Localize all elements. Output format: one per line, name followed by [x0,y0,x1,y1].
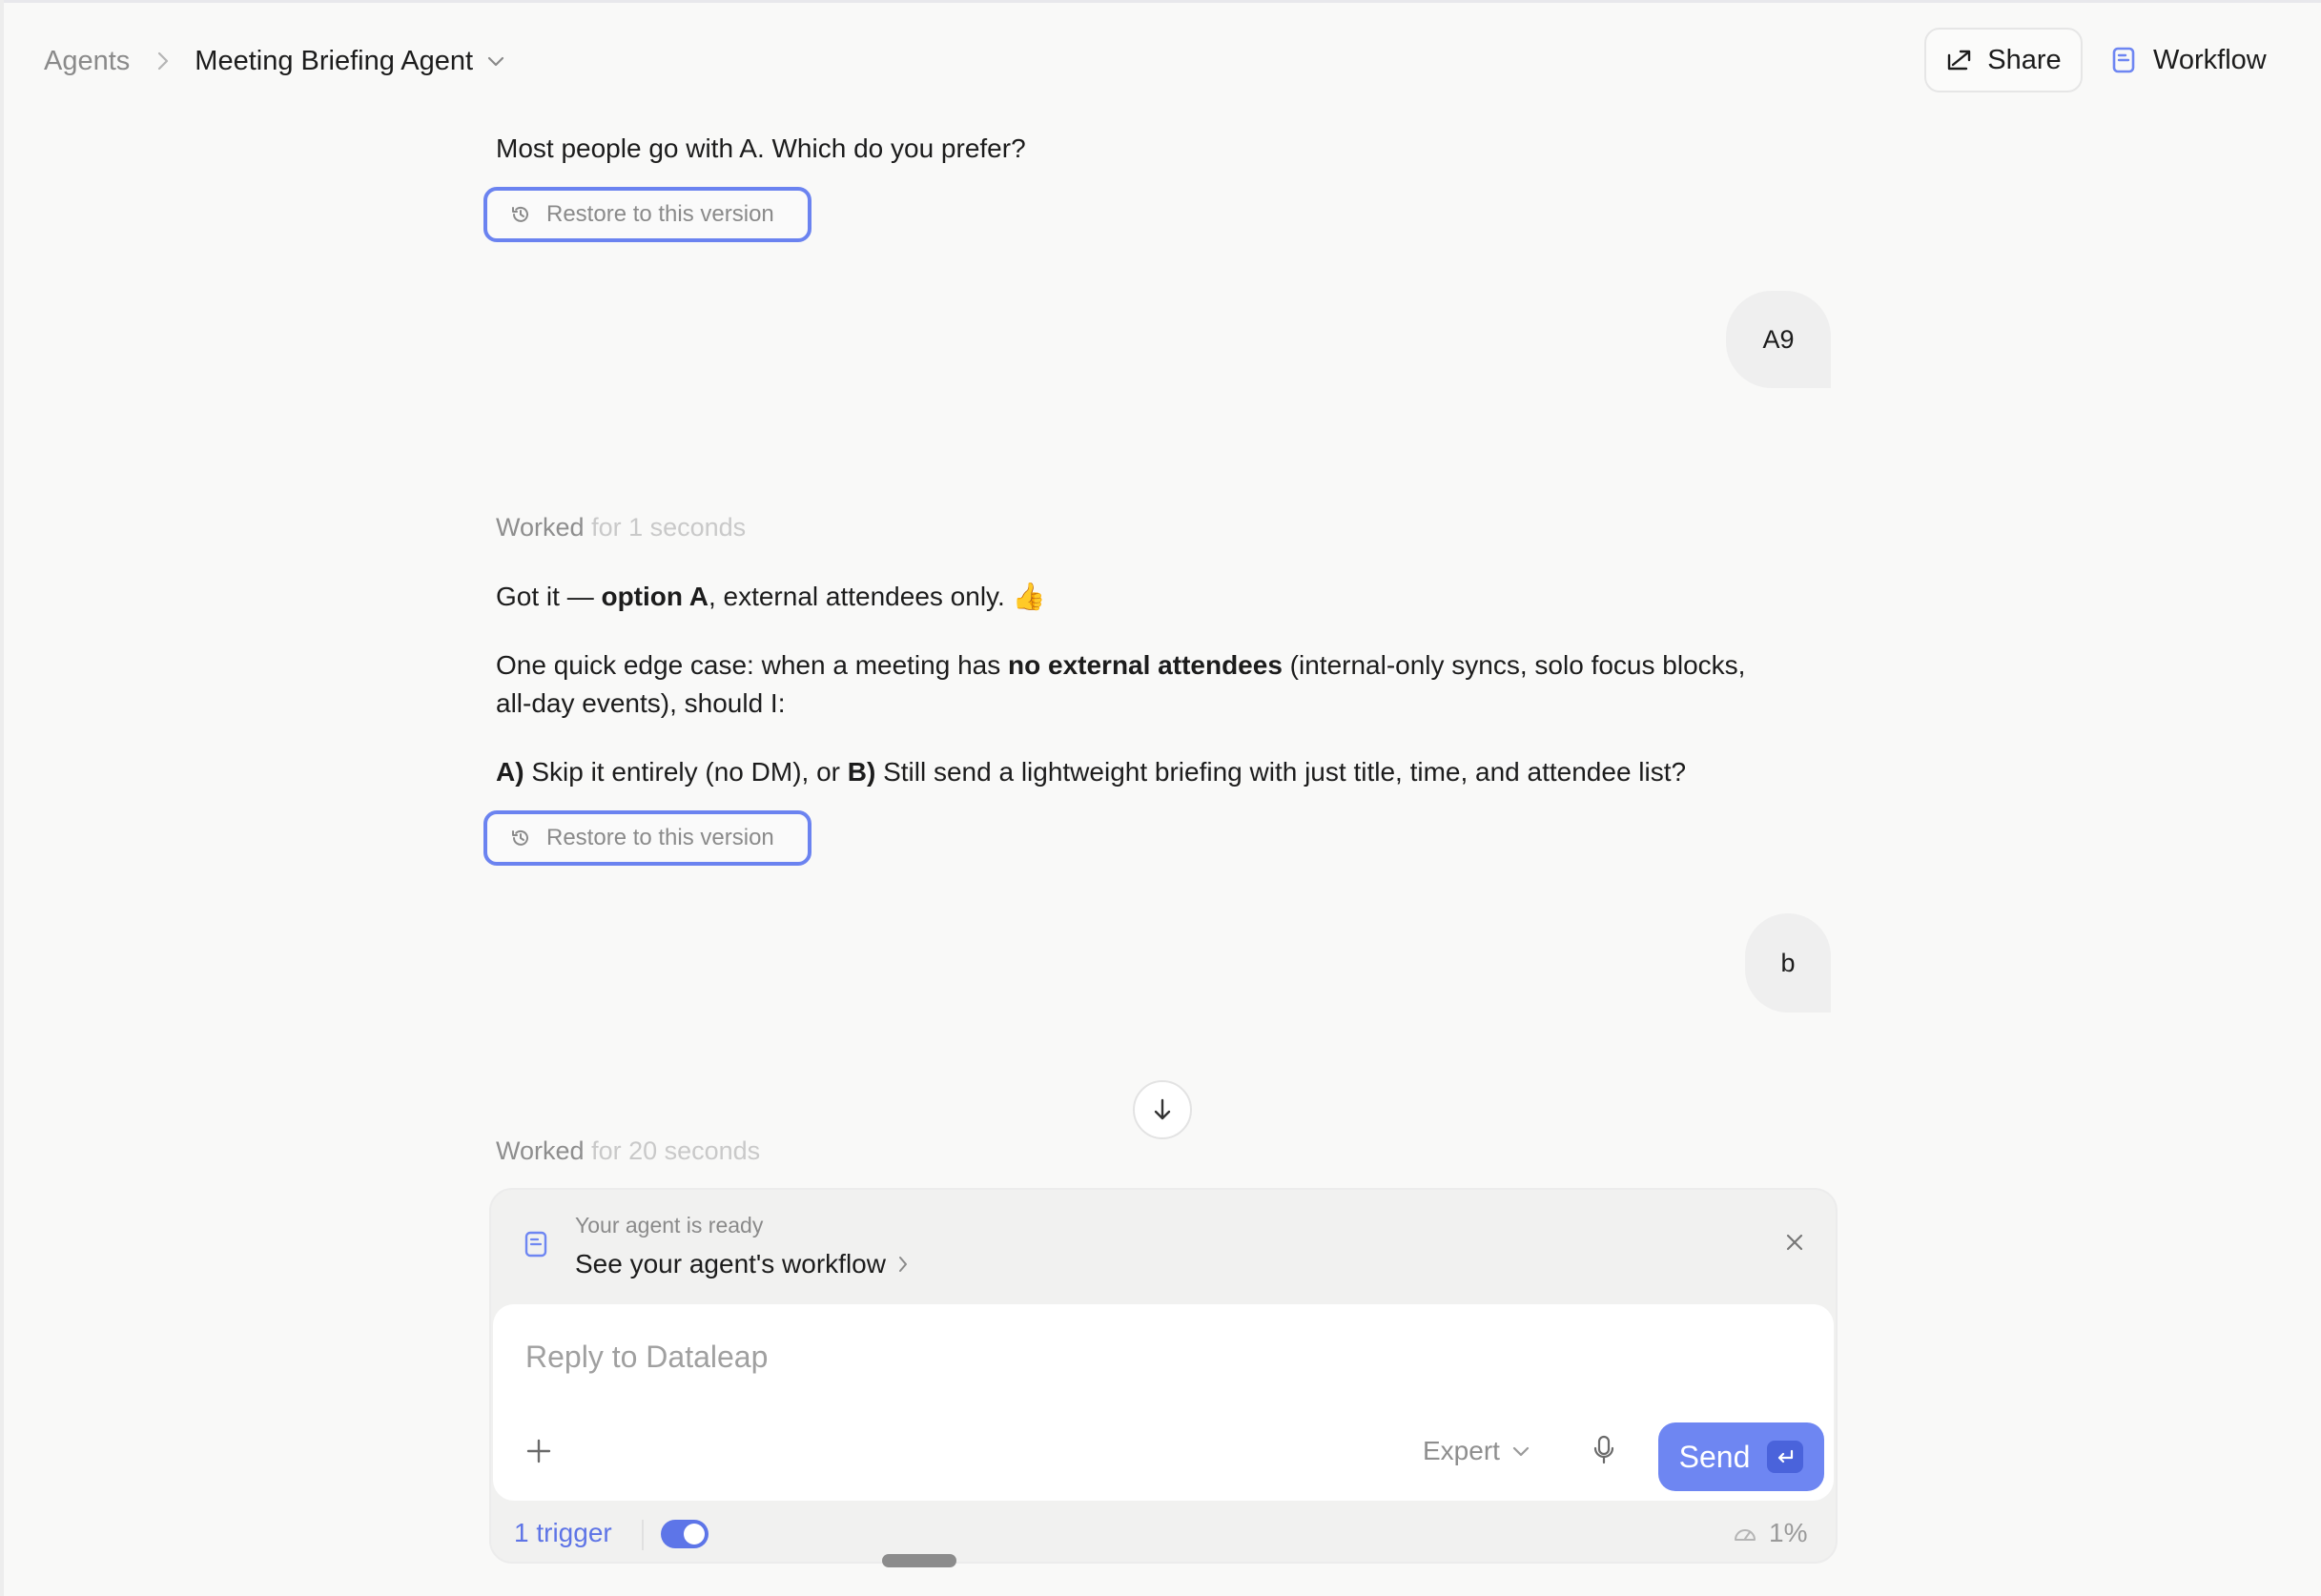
bold-text: A) [496,757,524,787]
bold-text: option A [601,582,709,611]
trigger-link[interactable]: 1 trigger [514,1518,612,1548]
gauge-icon [1735,1529,1756,1541]
history-icon [512,829,528,846]
see-workflow-label: See your agent's workflow [575,1249,886,1279]
restore-label: Restore to this version [546,201,774,227]
chevron-down-icon[interactable] [486,54,505,68]
restore-version-button[interactable]: Restore to this version [483,187,811,242]
workflow-doc-icon [2112,47,2135,73]
usage-label: 1% [1769,1518,1808,1547]
bold-text: no external attendees [1008,650,1283,680]
agent-message-paragraph: all-day events), should I: [496,688,786,718]
history-icon [512,206,528,222]
text-span: One quick edge case: when a meeting has [496,650,1009,680]
worked-label: Worked [496,1136,585,1165]
divider [642,1520,644,1550]
chevron-down-icon [1512,1446,1530,1457]
enter-key-icon [1767,1441,1804,1473]
see-workflow-link[interactable]: See your agent's workflow [575,1249,909,1279]
share-button[interactable]: Share [1924,28,2083,92]
reply-input[interactable] [524,1339,1672,1376]
worked-duration: for 1 seconds [591,513,747,542]
workflow-button[interactable]: Workflow [2111,28,2267,92]
workflow-label: Workflow [2153,44,2267,75]
top-border [0,0,2321,3]
text-span: Got it — [496,582,602,611]
usage-indicator: 1% [1733,1518,1807,1548]
agent-ready-subtitle: Your agent is ready [575,1213,764,1238]
user-message-text: b [1780,948,1796,977]
breadcrumb: Agents Meeting Briefing Agent [44,42,505,80]
bold-text: B) [847,757,876,787]
share-label: Share [1987,44,2062,75]
chevron-right-icon [156,51,170,72]
text-span: Still send a lightweight briefing with j… [875,757,1687,787]
toggle-knob [684,1524,705,1545]
text-span: (internal-only syncs, solo focus blocks, [1282,650,1746,680]
user-message-bubble: b [1745,913,1831,1013]
agent-message-paragraph: Got it — option A, external attendees on… [496,578,1045,616]
send-button[interactable]: Send [1658,1422,1824,1491]
agent-message-paragraph: A) Skip it entirely (no DM), or B) Still… [496,753,1686,791]
scroll-to-bottom-button[interactable] [1133,1080,1192,1139]
close-icon[interactable] [1784,1232,1805,1258]
agent-message-paragraph: One quick edge case: when a meeting has … [496,646,1745,685]
share-icon [1948,50,1971,71]
left-border [0,0,4,1596]
send-label: Send [1678,1439,1751,1474]
user-message-text: A9 [1762,324,1795,354]
user-message-bubble: A9 [1726,291,1831,388]
breadcrumb-current-agent[interactable]: Meeting Briefing Agent [195,46,473,77]
workflow-doc-icon [524,1230,548,1263]
worked-label: Worked [496,513,585,542]
restore-version-button[interactable]: Restore to this version [483,810,811,866]
mode-select[interactable]: Expert [1423,1436,1530,1466]
text-span: , external attendees only. 👍 [708,582,1046,611]
trigger-toggle[interactable] [661,1520,709,1548]
composer-panel: Your agent is ready See your agent's wor… [489,1188,1838,1564]
arrow-down-icon [1154,1098,1171,1120]
resize-handle[interactable] [882,1554,956,1567]
agent-message-text: Most people go with A. Which do you pref… [496,133,1026,163]
restore-label: Restore to this version [546,825,774,850]
microphone-icon[interactable] [1592,1434,1616,1471]
chevron-right-icon [898,1257,907,1272]
worked-status: Worked for 20 seconds [496,1136,760,1166]
mode-label: Expert [1423,1436,1500,1465]
breadcrumb-agents-link[interactable]: Agents [44,46,130,77]
plus-icon[interactable] [525,1438,552,1469]
reply-input-card: Expert Send [493,1304,1834,1501]
text-span: Skip it entirely (no DM), or [524,757,848,787]
worked-status: Worked for 1 seconds [496,513,746,542]
worked-duration: for 20 seconds [591,1136,761,1165]
